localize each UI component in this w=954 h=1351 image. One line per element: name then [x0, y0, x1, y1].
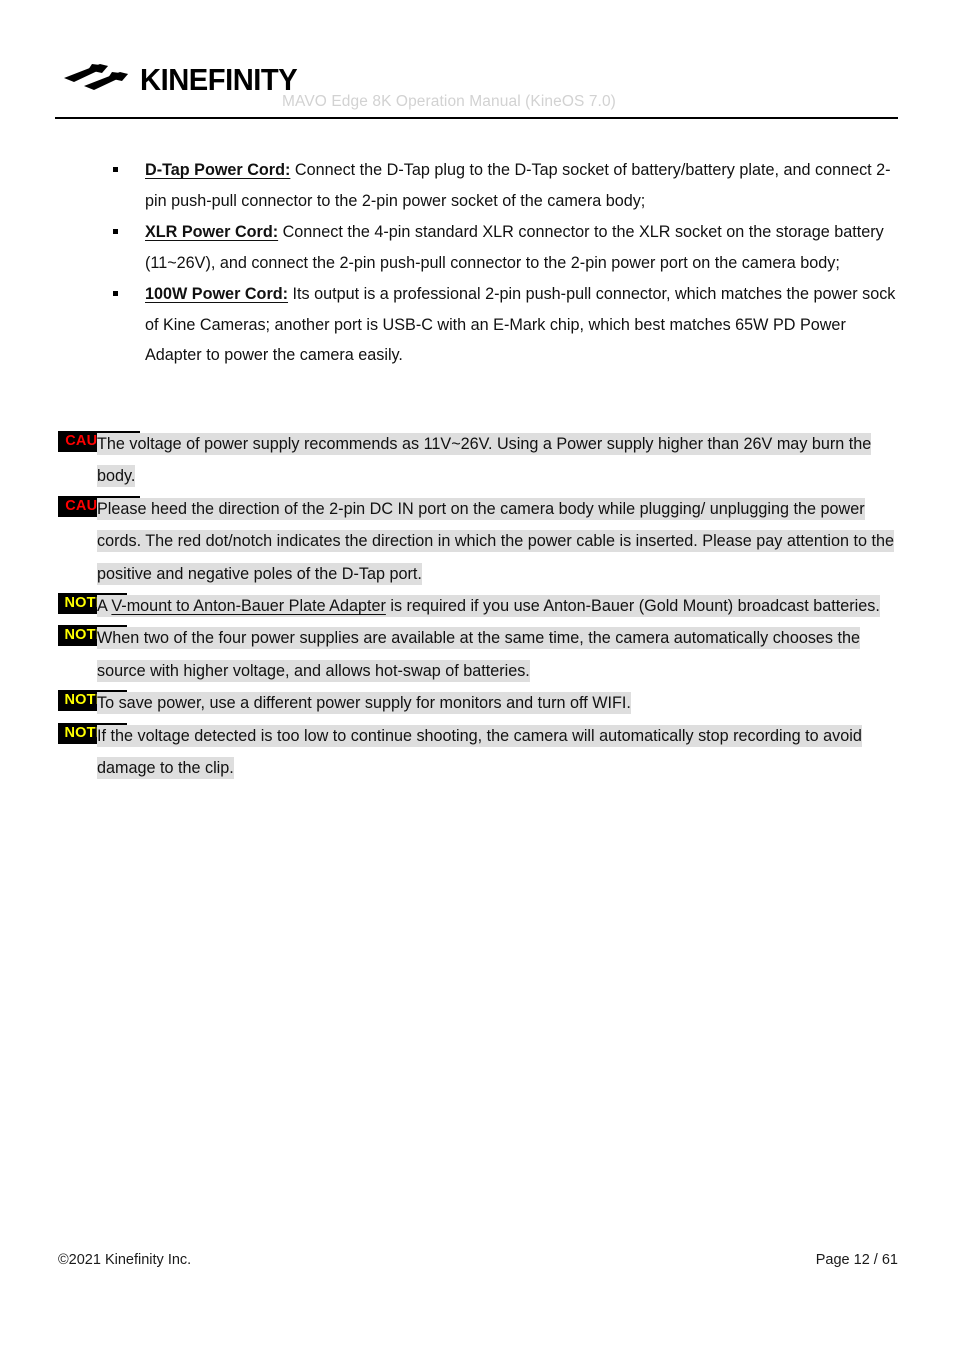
note-row: NOTICE When two of the four power supplie…: [0, 622, 954, 687]
bullet-item: D-Tap Power Cord: Connect the D-Tap plug…: [0, 155, 954, 216]
note-badge-cell: NOTICE: [0, 590, 127, 615]
bullet-text: XLR Power Cord: Connect the 4-pin standa…: [145, 217, 899, 278]
note-badge-cell: CAUTION: [0, 428, 140, 452]
footer-page-number: Page 12 / 61: [815, 1252, 898, 1268]
bullet-item: XLR Power Cord: Connect the 4-pin standa…: [0, 217, 954, 278]
note-text: A V-mount to Anton-Bauer Plate Adapter i…: [97, 590, 904, 622]
notes-list: CAUTIONThe voltage of power supply recom…: [0, 428, 954, 784]
page-footer: ©2021 Kinefinity Inc. Page 12 / 61: [0, 1252, 954, 1282]
bullet-item: 100W Power Cord: Its output is a profess…: [0, 279, 954, 371]
header-divider: [55, 117, 898, 119]
note-highlight: To save power, use a different power sup…: [97, 692, 631, 715]
note-text-before-link: A: [97, 597, 112, 616]
note-highlight: Please heed the direction of the 2-pin D…: [97, 497, 894, 585]
footer-copyright: ©2021 Kinefinity Inc.: [58, 1252, 192, 1268]
kinefinity-logo-wordmark: KINEFINITY: [140, 61, 298, 97]
note-badge-cell: NOTICE: [0, 687, 127, 712]
note-text-cell: A V-mount to Anton-Bauer Plate Adapter i…: [95, 590, 954, 622]
bullet-term: D-Tap Power Cord:: [145, 161, 291, 179]
bullet-term: XLR Power Cord:: [145, 223, 279, 241]
note-text-after-link: is required if you use Anton-Bauer (Gold…: [385, 597, 880, 616]
note-highlight: A V-mount to Anton-Bauer Plate Adapter i…: [97, 595, 880, 618]
note-text: To save power, use a different power sup…: [97, 687, 904, 719]
note-row: NOTICE To save power, use a different pow…: [0, 687, 954, 719]
note-text: Please heed the direction of the 2-pin D…: [97, 493, 904, 590]
kinefinity-logo-mark: [64, 64, 128, 90]
note-text-cell: To save power, use a different power sup…: [95, 687, 954, 719]
power-cord-bullet-list: D-Tap Power Cord: Connect the D-Tap plug…: [0, 155, 954, 372]
note-badge-cell: NOTICE: [0, 622, 127, 647]
note-text-cell: The voltage of power supply recommends a…: [95, 428, 954, 493]
bullet-term: 100W Power Cord:: [145, 285, 289, 303]
note-row: CAUTIONPlease heed the direction of the …: [0, 493, 954, 590]
note-row: NOTICE If the voltage detected is too low…: [0, 720, 954, 785]
bullet-square-icon: [113, 291, 118, 296]
note-text: When two of the four power supplies are …: [97, 622, 904, 687]
note-row: CAUTIONThe voltage of power supply recom…: [0, 428, 954, 493]
note-text-cell: If the voltage detected is too low to co…: [95, 720, 954, 785]
note-highlight: When two of the four power supplies are …: [97, 627, 861, 682]
note-badge-cell: CAUTION: [0, 493, 140, 517]
document-page: KINEFINITY MAVO Edge 8K Operation Manual…: [0, 0, 954, 1351]
note-text-cell: Please heed the direction of the 2-pin D…: [95, 493, 954, 590]
anton-bauer-adapter-link[interactable]: V-mount to Anton-Bauer Plate Adapter: [111, 597, 385, 615]
note-row: NOTICE A V-mount to Anton-Bauer Plate Ada…: [0, 590, 954, 622]
bullet-square-icon: [113, 167, 118, 172]
note-badge-cell: NOTICE: [0, 720, 127, 744]
note-text-cell: When two of the four power supplies are …: [95, 622, 954, 687]
header-manual-title: MAVO Edge 8K Operation Manual (KineOS 7.…: [282, 93, 616, 110]
page-header: KINEFINITY MAVO Edge 8K Operation Manual…: [0, 0, 954, 120]
note-highlight: If the voltage detected is too low to co…: [97, 724, 862, 780]
bullet-square-icon: [113, 229, 118, 234]
bullet-text: D-Tap Power Cord: Connect the D-Tap plug…: [145, 155, 899, 216]
note-highlight: The voltage of power supply recommends a…: [97, 433, 872, 488]
note-text: The voltage of power supply recommends a…: [97, 428, 904, 493]
note-text: If the voltage detected is too low to co…: [97, 720, 904, 785]
bullet-text: 100W Power Cord: Its output is a profess…: [145, 279, 899, 371]
kinefinity-logo: KINEFINITY: [62, 62, 307, 96]
